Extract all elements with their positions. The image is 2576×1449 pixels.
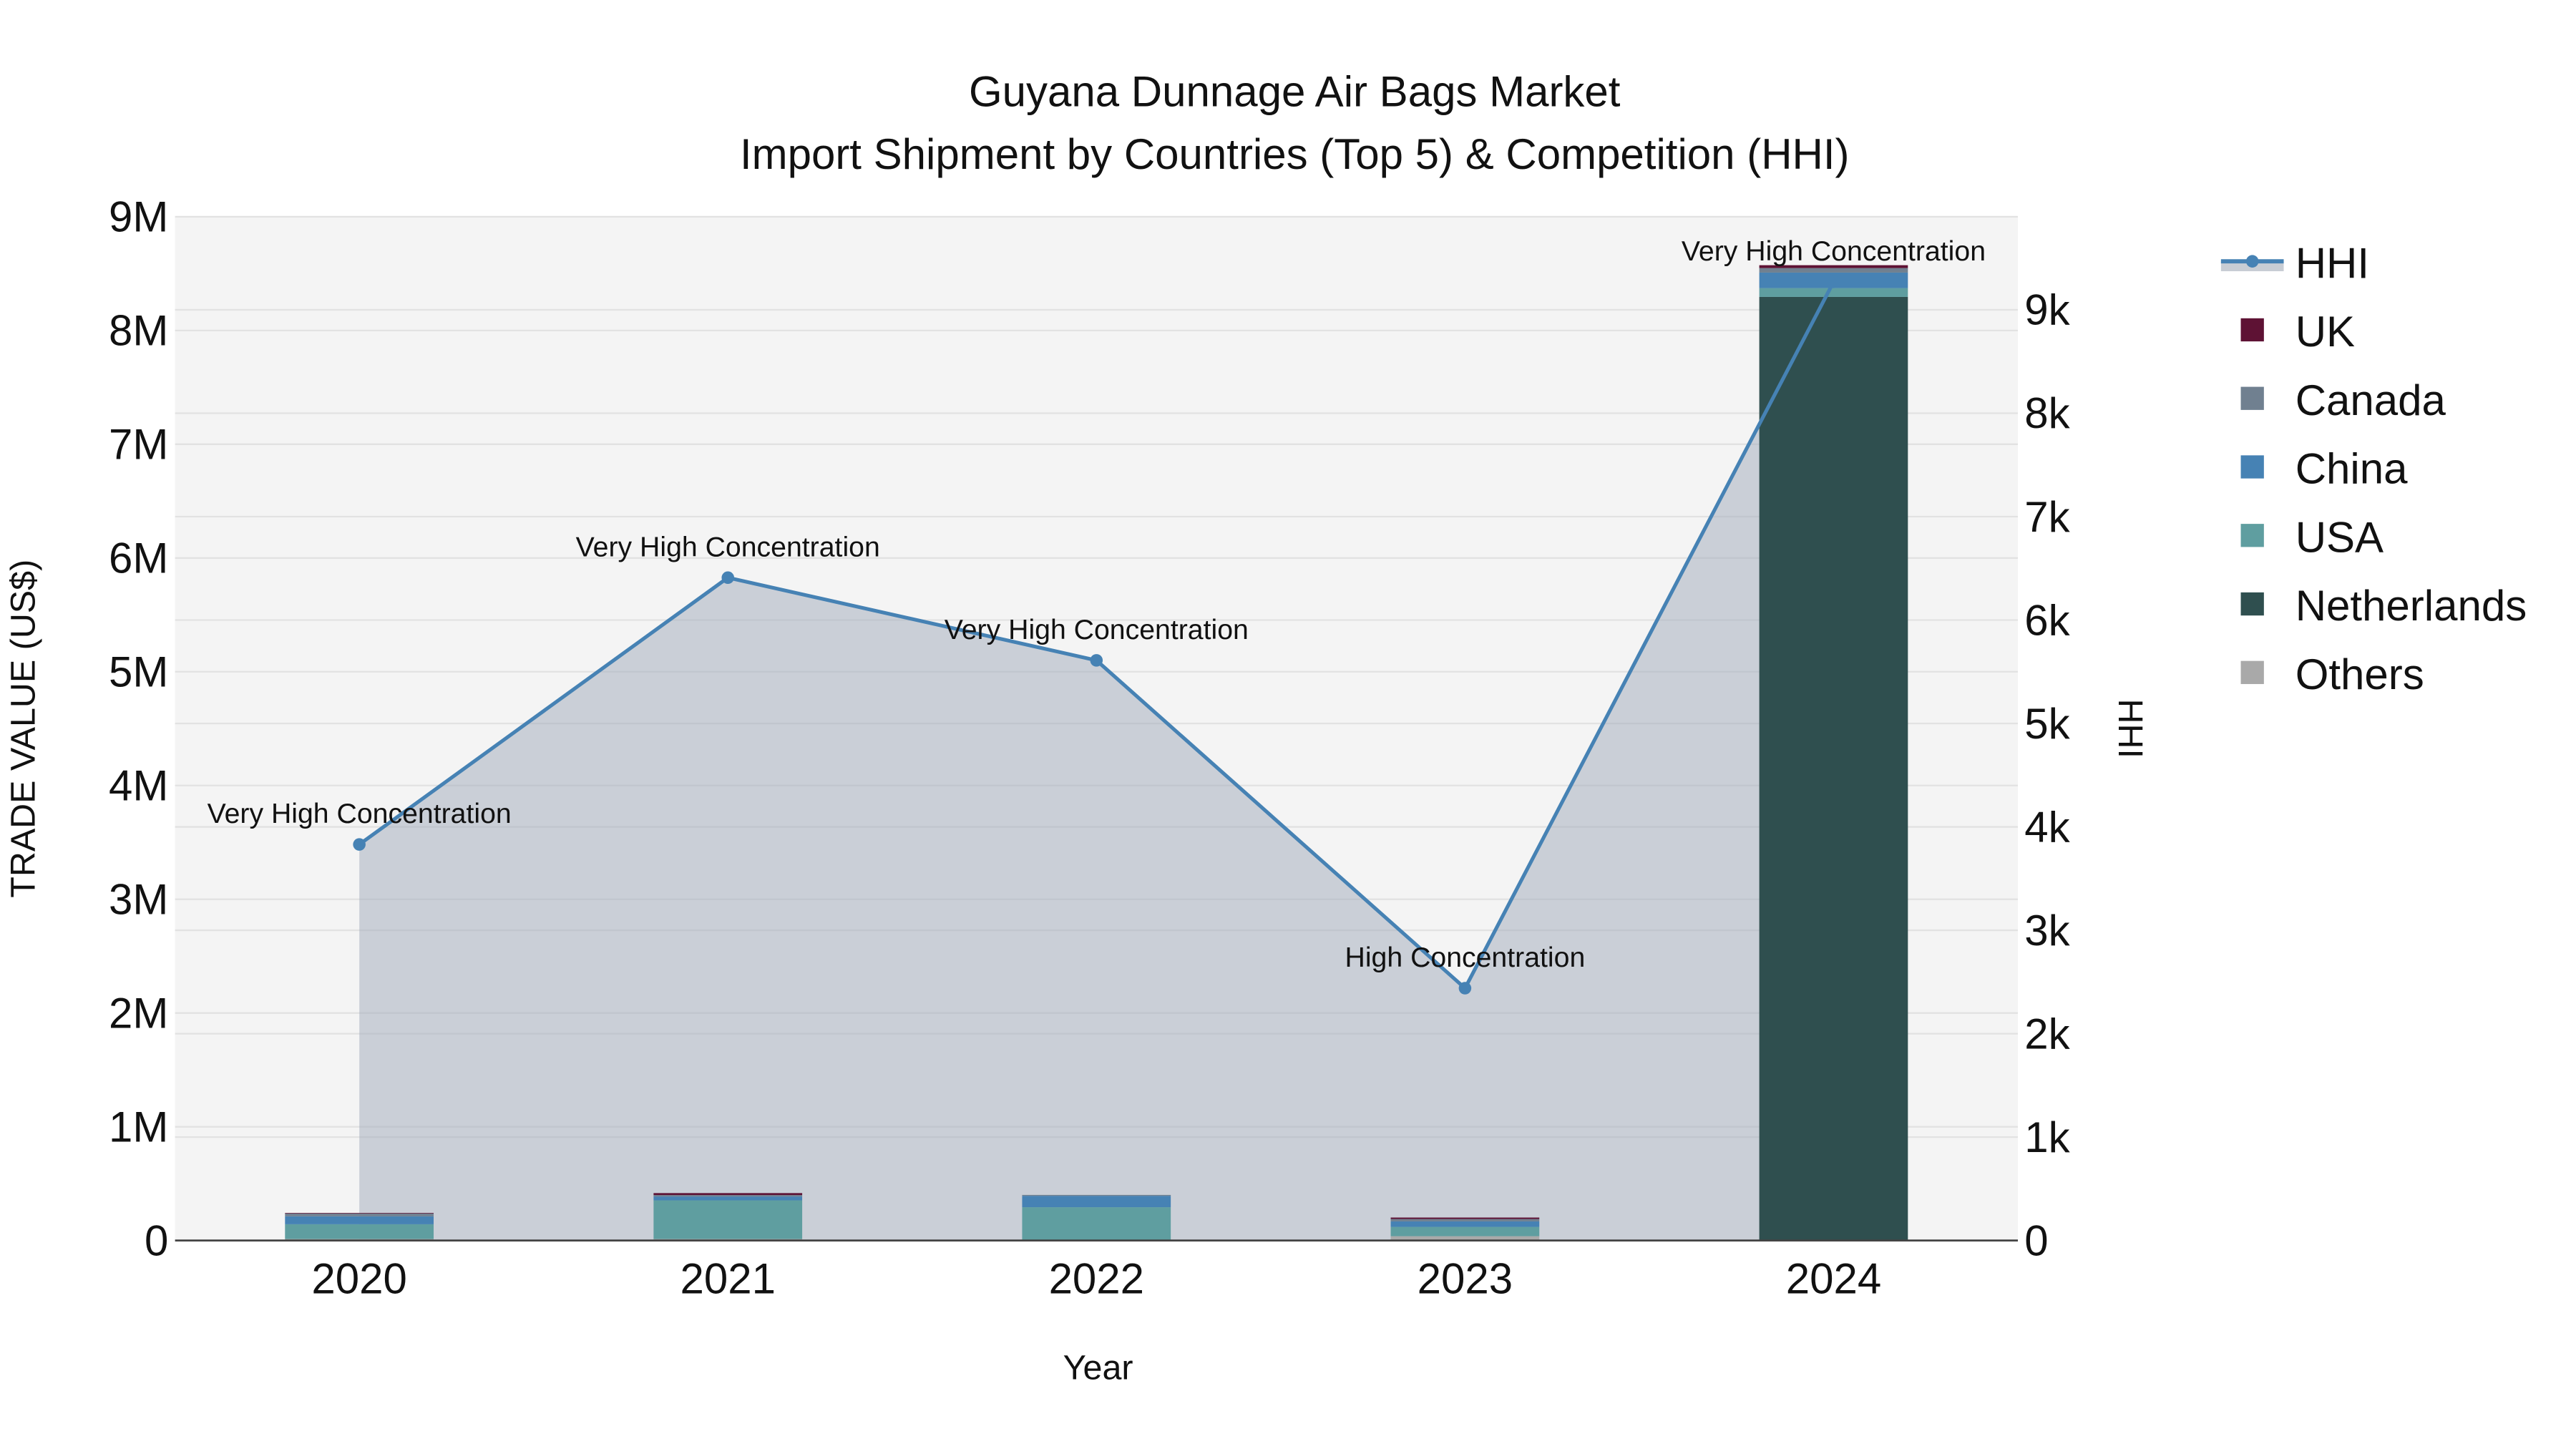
y-tick-label: 1M	[109, 1103, 168, 1151]
y-tick-label: 0	[145, 1216, 168, 1264]
hhi-annotation: Very High Concentration	[576, 531, 880, 562]
bar-usa-2023	[1390, 1226, 1540, 1236]
y2-tick-label: 4k	[2024, 803, 2070, 851]
bar-canada-2022	[1022, 1194, 1171, 1196]
bar-netherlands-2024	[1759, 296, 1908, 1240]
x-tick-label: 2024	[1786, 1255, 1881, 1303]
bar-canada-2023	[1390, 1219, 1540, 1221]
bar-china-2023	[1390, 1221, 1540, 1227]
x-axis-ticks: 2020 2021 2022 2023 2024	[311, 1255, 1881, 1303]
legend-item-hhi: HHI	[2220, 239, 2369, 287]
y2-tick-label: 8k	[2024, 389, 2070, 437]
legend-swatch-usa	[2240, 524, 2264, 547]
chart-title-line1: Guyana Dunnage Air Bags Market	[969, 67, 1621, 115]
y2-tick-label: 7k	[2024, 493, 2070, 541]
hhi-annotation: Very High Concentration	[1682, 235, 1986, 267]
x-tick-label: 2020	[311, 1255, 406, 1303]
hhi-point-2022	[1090, 654, 1103, 667]
legend-label: Others	[2296, 650, 2424, 698]
hhi-annotation: Very High Concentration	[945, 614, 1249, 645]
legend-swatch-hhi-marker	[2245, 255, 2259, 268]
bar-canada-2024	[1759, 268, 1908, 273]
y-tick-label: 4M	[109, 762, 168, 810]
legend-label: HHI	[2296, 239, 2369, 287]
bar-uk-2020	[285, 1213, 434, 1214]
legend: HHI UK Canada China USA Netherlands Others	[2220, 239, 2527, 698]
legend-swatch-uk	[2240, 318, 2264, 342]
y2-tick-label: 1k	[2024, 1113, 2070, 1161]
legend-label: UK	[2296, 308, 2355, 356]
legend-label: China	[2296, 445, 2408, 493]
y-tick-label: 9M	[109, 193, 168, 241]
y-tick-label: 7M	[109, 421, 168, 469]
bar-china-2020	[285, 1216, 434, 1224]
legend-item-others: Others	[2240, 650, 2424, 698]
y2-tick-label: 3k	[2024, 907, 2070, 955]
chart: Very High Concentration Very High Concent…	[4, 67, 2527, 1387]
y2-tick-label: 0	[2024, 1216, 2048, 1264]
y2-axis-title: HHI	[2111, 699, 2150, 758]
x-tick-label: 2022	[1049, 1255, 1144, 1303]
chart-title-line2: Import Shipment by Countries (Top 5) & C…	[740, 130, 1850, 178]
y2-tick-label: 6k	[2024, 596, 2070, 644]
legend-label: Canada	[2296, 376, 2446, 424]
legend-label: Netherlands	[2296, 582, 2527, 630]
legend-swatch-canada	[2240, 386, 2264, 410]
hhi-point-2021	[721, 571, 734, 585]
bar-uk-2021	[653, 1193, 803, 1196]
y-tick-label: 5M	[109, 648, 168, 696]
y-tick-label: 6M	[109, 535, 168, 582]
legend-item-uk: UK	[2240, 308, 2355, 356]
bar-usa-2024	[1759, 288, 1908, 297]
x-tick-label: 2023	[1418, 1255, 1513, 1303]
y-axis-ticks: 0 1M 2M 3M 4M 5M 6M 7M 8M 9M	[109, 193, 168, 1265]
x-tick-label: 2021	[680, 1255, 775, 1303]
y-tick-label: 3M	[109, 875, 168, 923]
legend-swatch-netherlands	[2240, 592, 2264, 616]
bar-canada-2021	[653, 1195, 803, 1197]
legend-swatch-others	[2240, 660, 2264, 684]
y2-axis-ticks: 0 1k 2k 3k 4k 5k 6k 7k 8k 9k	[2024, 286, 2070, 1265]
legend-label: USA	[2296, 513, 2384, 561]
legend-swatch-china	[2240, 455, 2264, 479]
y2-tick-label: 9k	[2024, 286, 2070, 334]
legend-item-china: China	[2240, 445, 2408, 493]
bar-china-2021	[653, 1196, 803, 1201]
y-tick-label: 8M	[109, 307, 168, 355]
x-axis-title: Year	[1063, 1349, 1133, 1387]
bar-canada-2020	[285, 1213, 434, 1216]
legend-item-netherlands: Netherlands	[2240, 582, 2527, 630]
y-tick-label: 2M	[109, 989, 168, 1037]
bar-uk-2023	[1390, 1217, 1540, 1219]
hhi-annotation: Very High Concentration	[208, 798, 512, 829]
hhi-annotation: High Concentration	[1345, 942, 1586, 973]
bar-china-2022	[1022, 1196, 1171, 1208]
bar-usa-2022	[1022, 1207, 1171, 1241]
hhi-point-2023	[1458, 982, 1472, 995]
bar-usa-2021	[653, 1200, 803, 1239]
legend-item-usa: USA	[2240, 513, 2384, 561]
y2-tick-label: 5k	[2024, 700, 2070, 748]
y-axis-title: TRADE VALUE (US$)	[4, 560, 42, 898]
y2-tick-label: 2k	[2024, 1010, 2070, 1058]
legend-item-canada: Canada	[2240, 376, 2446, 424]
hhi-point-2020	[353, 838, 366, 851]
bar-usa-2020	[285, 1224, 434, 1239]
hhi-point-2024	[1827, 275, 1840, 288]
